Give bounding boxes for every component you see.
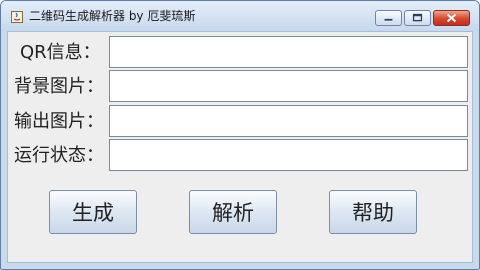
window-title: 二维码生成解析器 by 厄斐琉斯 — [29, 9, 196, 23]
output-image-label: 输出图片： — [14, 111, 104, 132]
maximize-icon — [412, 13, 423, 22]
maximize-button[interactable] — [404, 10, 431, 26]
minimize-button[interactable] — [375, 10, 402, 26]
app-window: 二维码生成解析器 by 厄斐琉斯 QR信息： 背景图片： 输出图片： 运行状态： — [0, 0, 480, 270]
java-app-icon — [11, 11, 23, 23]
generate-button[interactable]: 生成 — [49, 190, 137, 234]
background-image-input[interactable] — [109, 70, 468, 102]
output-image-input[interactable] — [109, 105, 468, 137]
close-icon — [446, 13, 457, 23]
help-button[interactable]: 帮助 — [329, 190, 417, 234]
qr-info-label: QR信息： — [20, 42, 101, 63]
qr-info-input[interactable] — [109, 36, 468, 68]
run-status-input[interactable] — [109, 139, 468, 171]
close-button[interactable] — [433, 10, 470, 26]
title-bar[interactable]: 二维码生成解析器 by 厄斐琉斯 — [1, 1, 479, 31]
run-status-label: 运行状态： — [14, 145, 104, 166]
parse-button[interactable]: 解析 — [189, 190, 277, 234]
background-image-label: 背景图片： — [14, 76, 104, 97]
form-panel: QR信息： 背景图片： 输出图片： 运行状态： 生成 解析 帮助 — [7, 31, 473, 263]
minimize-icon — [384, 18, 393, 21]
